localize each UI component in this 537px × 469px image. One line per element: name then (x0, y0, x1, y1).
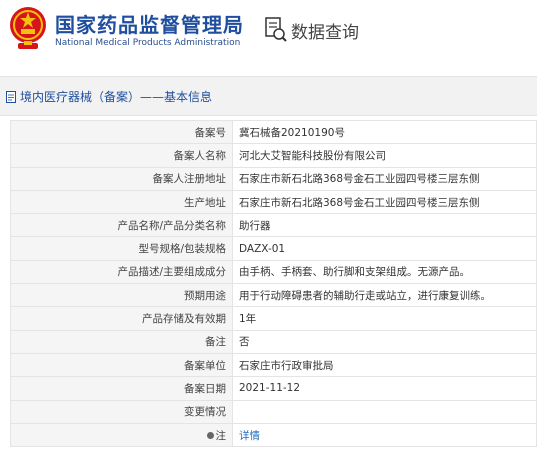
field-value-text: 石家庄市新石北路368号金石工业园四号楼三层东侧 (239, 196, 480, 209)
field-value: 详情 (232, 422, 537, 448)
table-row: 备案人注册地址 石家庄市新石北路368号金石工业园四号楼三层东侧 (10, 166, 537, 191)
field-label: 预期用途 (10, 283, 233, 308)
document-icon (6, 90, 16, 103)
field-label: 产品存储及有效期 (10, 306, 233, 331)
record-detail-table: 备案号 冀石械备20210190号 备案人名称 河北大艾智能科技股份有限公司 备案人注册… (10, 119, 537, 448)
table-row: 预期用途 用于行动障碍患者的辅助行走或站立，进行康复训练。 (10, 283, 537, 308)
field-label-text: 生产地址 (184, 196, 226, 209)
table-row: 型号规格/包装规格 DAZX-01 (10, 236, 537, 261)
field-label-text: 产品名称/产品分类名称 (117, 219, 226, 232)
field-value: 2021-11-12 (232, 376, 537, 401)
org-name-en: National Medical Products Administration (55, 38, 241, 48)
field-label-text: 备案号 (194, 126, 227, 139)
field-value-text: 由手柄、手柄套、助行脚和支架组成。无源产品。 (239, 266, 470, 279)
table-row: 变更情况 (10, 399, 537, 424)
field-value-text: 2021-11-12 (239, 382, 301, 395)
field-label-text: 注 (215, 429, 227, 442)
field-value-text: DAZX-01 (239, 242, 286, 255)
field-label-text: 型号规格/包装规格 (138, 243, 226, 256)
field-value-text: 助行器 (239, 219, 271, 232)
field-value-text: 1年 (239, 313, 257, 326)
field-value-text: 否 (239, 336, 250, 349)
field-label: 型号规格/包装规格 (10, 236, 233, 261)
field-label: 备案人注册地址 (10, 166, 233, 191)
field-value: 否 (232, 329, 537, 354)
field-value: 冀石械备20210190号 (232, 119, 537, 145)
field-value: 石家庄市新石北路368号金石工业园四号楼三层东侧 (232, 189, 537, 215)
field-label: 备案号 (10, 119, 233, 145)
field-value-text: 用于行动障碍患者的辅助行走或站立，进行康复训练。 (239, 289, 491, 302)
field-label-text: 备案单位 (184, 359, 226, 372)
field-label-text: 备注 (205, 336, 226, 349)
field-label-text: 产品描述/主要组成成分 (117, 266, 226, 279)
field-label-text: 变更情况 (184, 406, 226, 419)
field-value: 石家庄市新石北路368号金石工业园四号楼三层东侧 (232, 166, 537, 191)
field-value (232, 399, 537, 424)
field-value: 助行器 (232, 213, 537, 238)
field-label: 产品描述/主要组成成分 (10, 259, 233, 285)
breadcrumb: 境内医疗器械（备案）——基本信息 (6, 88, 212, 105)
field-value: 石家庄市行政审批局 (232, 352, 537, 378)
table-row: 产品描述/主要组成成分 由手柄、手柄套、助行脚和支架组成。无源产品。 (10, 259, 537, 285)
field-value-text: 冀石械备20210190号 (239, 126, 345, 139)
field-value: DAZX-01 (232, 236, 537, 261)
field-label-text: 产品存储及有效期 (142, 313, 226, 326)
field-value-text: 石家庄市行政审批局 (239, 359, 334, 372)
field-value: 由手柄、手柄套、助行脚和支架组成。无源产品。 (232, 259, 537, 285)
site-header: 国家药品监督管理局 National Medical Products Admi… (0, 0, 537, 62)
field-value: 1年 (232, 306, 537, 331)
field-label: 备注 (10, 329, 233, 354)
field-label: 注 (10, 422, 233, 448)
org-name-cn: 国家药品监督管理局 (55, 13, 244, 37)
field-label: 生产地址 (10, 189, 233, 215)
breadcrumb-text: 境内医疗器械（备案）——基本信息 (20, 90, 213, 104)
breadcrumb-bar: 境内医疗器械（备案）——基本信息 (0, 76, 537, 116)
table-row: 备案号 冀石械备20210190号 (10, 119, 537, 145)
page-title: 数据查询 (291, 23, 359, 43)
field-label: 备案单位 (10, 352, 233, 378)
field-value: 用于行动障碍患者的辅助行走或站立，进行康复训练。 (232, 283, 537, 308)
field-label-text: 备案日期 (184, 382, 226, 395)
table-row: 备案日期 2021-11-12 (10, 376, 537, 401)
table-row: 备案单位 石家庄市行政审批局 (10, 352, 537, 378)
table-row: 注详情 (10, 422, 537, 448)
field-value-text: 河北大艾智能科技股份有限公司 (239, 149, 386, 162)
table-row: 备注否 (10, 329, 537, 354)
table-row: 产品存储及有效期 1年 (10, 306, 537, 331)
search-document-icon (265, 17, 287, 42)
field-label: 变更情况 (10, 399, 233, 424)
table-row: 生产地址 石家庄市新石北路368号金石工业园四号楼三层东侧 (10, 189, 537, 215)
national-emblem-icon (10, 7, 46, 49)
details-link[interactable]: 详情 (239, 430, 260, 442)
table-row: 产品名称/产品分类名称 助行器 (10, 213, 537, 238)
field-label-text: 备案人注册地址 (152, 173, 227, 186)
field-value: 河北大艾智能科技股份有限公司 (232, 143, 537, 168)
field-label-text: 预期用途 (184, 289, 226, 302)
field-label: 备案日期 (10, 376, 233, 401)
field-label-text: 备案人名称 (173, 149, 227, 162)
info-dot-icon (206, 432, 214, 439)
field-label: 备案人名称 (10, 143, 233, 168)
field-value-text: 石家庄市新石北路368号金石工业园四号楼三层东侧 (239, 173, 480, 186)
table-row: 备案人名称 河北大艾智能科技股份有限公司 (10, 143, 537, 168)
field-label: 产品名称/产品分类名称 (10, 213, 233, 238)
